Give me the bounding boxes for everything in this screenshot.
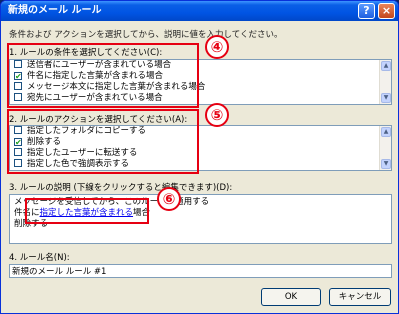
annotation-badge-5: ⑤	[205, 103, 229, 127]
actions-scrollbar[interactable]: ▲ ▼	[379, 126, 391, 170]
close-button[interactable]: ×	[378, 3, 395, 19]
rule-name-label: 4. ルール名(N):	[9, 253, 70, 263]
scroll-down-icon[interactable]: ▼	[381, 159, 391, 169]
title-bar: 新規のメール ルール	[1, 1, 398, 21]
scroll-up-icon[interactable]: ▲	[381, 61, 391, 71]
cancel-button[interactable]: キャンセル	[329, 288, 391, 306]
conditions-scrollbar[interactable]: ▲ ▼	[379, 60, 391, 104]
instruction-text: 条件および アクションを選択してから、説明に値を入力してください。	[9, 30, 283, 40]
window-title: 新規のメール ルール	[8, 5, 102, 16]
new-mail-rule-dialog: 新規のメール ルール ? × 条件および アクションを選択してから、説明に値を入…	[0, 0, 399, 314]
annotation-badge-6: ⑥	[157, 187, 181, 211]
annotation-box-link	[25, 198, 149, 224]
ok-button[interactable]: OK	[261, 288, 321, 306]
rule-name-input[interactable]	[9, 264, 392, 278]
annotation-box-conditions	[7, 43, 199, 108]
scroll-up-icon[interactable]: ▲	[381, 127, 391, 137]
scroll-down-icon[interactable]: ▼	[381, 93, 391, 103]
annotation-badge-4: ④	[205, 35, 229, 59]
description-label: 3. ルールの説明 (下線をクリックすると編集できます)(D):	[9, 183, 233, 193]
annotation-box-actions	[7, 109, 199, 174]
help-button[interactable]: ?	[358, 3, 375, 19]
